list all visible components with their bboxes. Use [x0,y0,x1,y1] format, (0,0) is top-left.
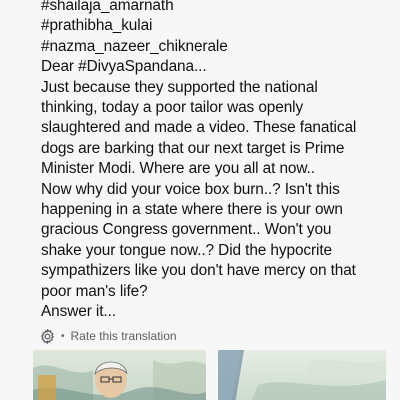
photo-thumbnail-left[interactable] [33,350,206,400]
separator-dot: • [61,330,65,342]
post-text-line: slaughtered and made a video. These fana… [41,119,357,137]
post-text-line: Minister Modi. Where are you all at now.… [41,160,315,178]
post-body: #shailaja_amarnath #prathibha_kulai #naz… [41,0,391,323]
hashtag-line[interactable]: #prathibha_kulai [41,16,391,36]
post-text-line: Answer it... [41,303,116,321]
post-text-line: poor man's life? [41,282,148,300]
post-text-line: Dear #DivyaSpandana... [41,58,207,76]
post-text-line: sympathizers like you don't have mercy o… [41,262,356,280]
photo-thumbnail-right[interactable] [218,350,386,400]
gear-icon[interactable] [39,328,56,345]
hashtag-line[interactable]: #nazma_nazeer_chiknerale [41,37,391,57]
post-text-line: Just because they supported the national [41,78,318,96]
hashtag-line[interactable]: #shailaja_amarnath [41,0,391,16]
post-text-line: shake your tongue now..? Did the hypocri… [41,241,332,259]
rate-translation-link[interactable]: Rate this translation [71,329,177,343]
post-text-line: gracious Congress government.. Won't you [41,221,332,239]
post-text-line: Now why did your voice box burn..? Isn't… [41,180,340,198]
post-text-line: happening in a state where there is your… [41,201,343,219]
post-text-line: thinking, today a poor tailor was openly [41,99,304,117]
translation-bar: • Rate this translation [39,327,177,345]
post-text-line: dogs are barking that our next target is… [41,139,345,157]
post-screen: #shailaja_amarnath #prathibha_kulai #naz… [0,0,400,400]
